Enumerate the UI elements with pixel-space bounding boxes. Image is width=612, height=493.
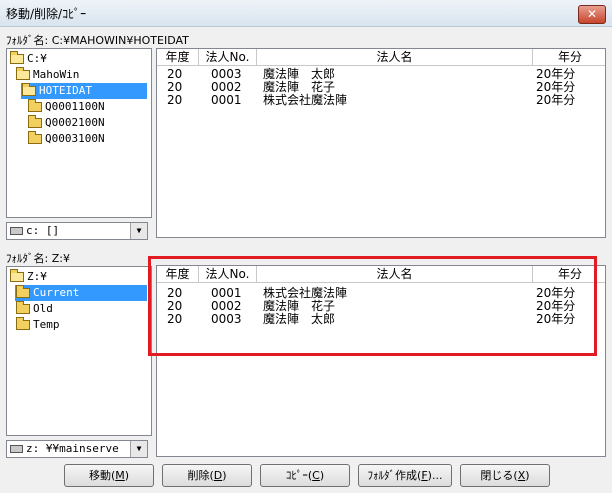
tree-item-label: Temp	[33, 318, 60, 331]
drive-icon	[10, 445, 23, 453]
column-header-period[interactable]: 年分	[533, 49, 605, 66]
cell-year: 20	[167, 312, 183, 326]
drive-icon	[10, 227, 23, 235]
button-label-end: )	[525, 469, 530, 482]
cell-corp-name: 株式会社魔法陣	[263, 93, 348, 107]
close-window-button[interactable]: ✕	[578, 5, 606, 24]
top-folder-label: ﾌｫﾙﾀﾞ名: C:¥MAHOWIN¥HOTEIDAT	[6, 34, 189, 47]
column-header-year[interactable]: 年度	[157, 266, 199, 283]
tree-item-label: MahoWin	[33, 68, 80, 81]
cell-year: 20	[167, 93, 183, 107]
chevron-down-icon[interactable]: ▼	[130, 441, 147, 457]
button-label: 閉じる(	[480, 469, 518, 482]
top-folder-tree[interactable]: C:¥ MahoWin HOTEIDAT Q0001100N Q0002100N…	[6, 48, 152, 218]
top-drive-value: c: []	[26, 224, 60, 237]
folder-open-icon	[10, 51, 24, 64]
folder-open-icon	[10, 269, 24, 282]
tree-item-q0002100n[interactable]: Q0002100N	[27, 115, 109, 131]
tree-item-current[interactable]: Current	[15, 285, 147, 301]
button-label: ｺﾋﾟｰ(	[285, 469, 313, 482]
delete-button[interactable]: 削除(D)	[162, 464, 252, 487]
cell-period: 20年分	[536, 312, 576, 326]
folder-open-icon	[22, 83, 36, 96]
create-folder-button[interactable]: ﾌｫﾙﾀﾞ作成(F)...	[358, 464, 452, 487]
tree-item-label: HOTEIDAT	[39, 84, 92, 97]
folder-icon	[16, 301, 30, 314]
bottom-drive-select[interactable]: z: ¥¥mainserve ▼	[6, 440, 148, 458]
bottom-file-list[interactable]: 年度 法人No. 法人名 年分 20 0001 株式会社魔法陣 20年分 20 …	[156, 265, 606, 457]
button-label-end: )	[319, 469, 325, 482]
window-title: 移動/削除/ｺﾋﾟｰ	[6, 7, 87, 21]
chevron-down-icon[interactable]: ▼	[130, 223, 147, 239]
tree-item-label: C:¥	[27, 52, 47, 65]
bottom-folder-tree[interactable]: Z:¥ Current Old Temp	[6, 266, 152, 436]
column-header-corp-no[interactable]: 法人No.	[199, 49, 257, 66]
tree-item-mahowin[interactable]: MahoWin	[15, 67, 83, 83]
bottom-list-header: 年度 法人No. 法人名 年分	[157, 266, 605, 283]
cell-corp-no: 0003	[211, 312, 242, 326]
folder-open-icon	[16, 67, 30, 80]
top-drive-select[interactable]: c: [] ▼	[6, 222, 148, 240]
folder-icon	[28, 115, 42, 128]
cell-corp-name: 魔法陣 太郎	[263, 312, 336, 326]
column-header-corp-no[interactable]: 法人No.	[199, 266, 257, 283]
button-label-end: )	[124, 469, 130, 482]
cell-corp-no: 0001	[211, 93, 242, 107]
column-header-year[interactable]: 年度	[157, 49, 199, 66]
move-button[interactable]: 移動(M)	[64, 464, 154, 487]
table-row[interactable]: 20 0003 魔法陣 太郎 20年分	[157, 313, 605, 326]
column-header-period[interactable]: 年分	[533, 266, 605, 283]
tree-item-label: Q0002100N	[45, 116, 105, 129]
column-header-corp-name[interactable]: 法人名	[257, 49, 533, 66]
folder-icon	[16, 317, 30, 330]
folder-icon	[28, 131, 42, 144]
tree-item-label: Q0001100N	[45, 100, 105, 113]
bottom-drive-value: z: ¥¥mainserve	[26, 442, 119, 455]
button-label-end: )...	[427, 469, 443, 482]
folder-icon	[28, 99, 42, 112]
tree-item-hoteidat[interactable]: HOTEIDAT	[21, 83, 147, 99]
bottom-folder-label: ﾌｫﾙﾀﾞ名: Z:¥	[6, 252, 70, 265]
table-row[interactable]: 20 0001 株式会社魔法陣 20年分	[157, 94, 605, 107]
copy-button[interactable]: ｺﾋﾟｰ(C)	[260, 464, 350, 487]
button-hotkey: D	[213, 469, 223, 482]
tree-item-label: Current	[33, 286, 80, 299]
tree-item-label: Z:¥	[27, 270, 47, 283]
cell-period: 20年分	[536, 93, 576, 107]
tree-item-c-root[interactable]: C:¥	[9, 51, 51, 67]
title-bar: 移動/削除/ｺﾋﾟｰ ✕	[0, 0, 612, 27]
tree-item-z-root[interactable]: Z:¥	[9, 269, 51, 285]
folder-icon	[16, 285, 30, 298]
close-button[interactable]: 閉じる(X)	[460, 464, 550, 487]
button-hotkey: M	[115, 469, 125, 482]
top-list-header: 年度 法人No. 法人名 年分	[157, 49, 605, 66]
button-hotkey: C	[312, 469, 320, 482]
tree-item-label: Q0003100N	[45, 132, 105, 145]
tree-item-old[interactable]: Old	[15, 301, 57, 317]
top-file-list[interactable]: 年度 法人No. 法人名 年分 20 0003 魔法陣 太郎 20年分 20 0…	[156, 48, 606, 238]
button-label: 移動(	[88, 469, 116, 482]
tree-item-label: Old	[33, 302, 53, 315]
column-header-corp-name[interactable]: 法人名	[257, 266, 533, 283]
button-label-end: )	[222, 469, 227, 482]
tree-item-q0001100n[interactable]: Q0001100N	[27, 99, 109, 115]
tree-item-temp[interactable]: Temp	[15, 317, 64, 333]
tree-item-q0003100n[interactable]: Q0003100N	[27, 131, 109, 147]
button-label: 削除(	[187, 469, 214, 482]
button-label: ﾌｫﾙﾀﾞ作成(	[367, 469, 422, 482]
